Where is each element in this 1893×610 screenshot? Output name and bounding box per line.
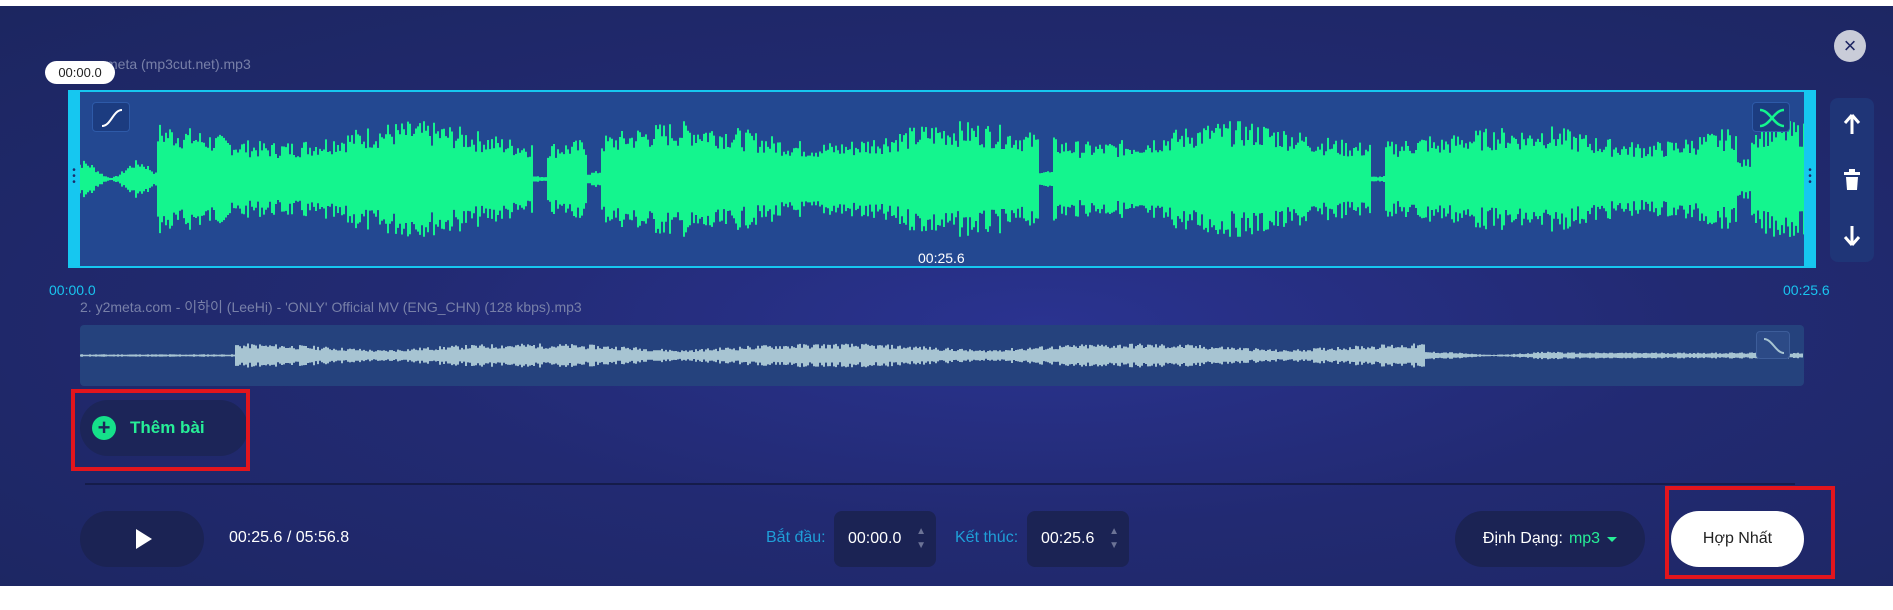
format-label: Định Dạng: [1482, 530, 1563, 547]
track1-center-time: 00:25.6 [918, 250, 965, 266]
track1-start-time: 00:00.0 [49, 282, 96, 298]
start-label: Bắt đầu: [766, 529, 826, 546]
track1-end-handle[interactable]: • • • [1804, 90, 1816, 268]
play-icon [136, 529, 152, 549]
track1-waveform-region[interactable] [70, 90, 1814, 268]
delete-track-button[interactable] [1830, 158, 1874, 202]
track-actions-panel [1830, 98, 1874, 262]
track2-waveform [80, 343, 1803, 368]
grip-dots-icon: • • • [72, 165, 76, 188]
highlight-box-add [71, 389, 250, 471]
highlight-box-merge [1665, 486, 1835, 579]
format-dropdown[interactable]: Định Dạng: mp3 [1455, 511, 1645, 567]
divider [85, 483, 1795, 485]
track1-file-label: meta (mp3cut.net).mp3 [106, 56, 251, 72]
close-button[interactable]: × [1834, 30, 1866, 62]
track2-file-label: 2. y2meta.com - 이하이 (LeeHi) - 'ONLY' Off… [80, 299, 582, 315]
play-button[interactable] [80, 511, 204, 567]
chevron-down-icon [1607, 536, 1618, 542]
fade-in-button[interactable] [92, 102, 130, 132]
grip-dots-icon: • • • [1808, 165, 1812, 188]
end-time-value: 00:25.6 [1041, 530, 1095, 547]
start-time-value: 00:00.0 [848, 530, 902, 547]
crossfade-button[interactable] [1752, 102, 1790, 132]
fade-in-icon [101, 109, 123, 127]
end-time-input[interactable]: 00:25.6 ▲ ▼ [1027, 511, 1129, 567]
arrow-up-icon [1843, 114, 1861, 134]
close-icon: × [1843, 33, 1857, 58]
track1-end-time: 00:25.6 [1783, 282, 1830, 298]
fade-out-icon [1763, 338, 1785, 354]
playback-position: 00:25.6 / 05:56.8 [229, 529, 350, 546]
crossfade-icon [1759, 108, 1785, 128]
track2-waveform-region[interactable] [80, 325, 1804, 386]
end-label: Kết thúc: [955, 529, 1019, 546]
fade-out-button[interactable] [1756, 331, 1790, 359]
move-up-button[interactable] [1830, 102, 1874, 146]
trash-icon [1844, 169, 1860, 190]
start-time-input[interactable]: 00:00.0 ▲ ▼ [834, 511, 936, 567]
track1-start-handle[interactable]: • • • [68, 90, 80, 268]
track1-waveform [70, 121, 1813, 237]
format-value: mp3 [1568, 530, 1601, 547]
spinner-arrows-icon[interactable]: ▲ ▼ [1109, 525, 1119, 553]
spinner-arrows-icon[interactable]: ▲ ▼ [916, 525, 926, 553]
arrow-down-icon [1843, 226, 1861, 246]
move-down-button[interactable] [1830, 214, 1874, 258]
merge-editor: × meta (mp3cut.net).mp3 00:00.0 • • • • • • … [0, 6, 1893, 586]
playhead-time-bubble: 00:00.0 [45, 61, 115, 84]
